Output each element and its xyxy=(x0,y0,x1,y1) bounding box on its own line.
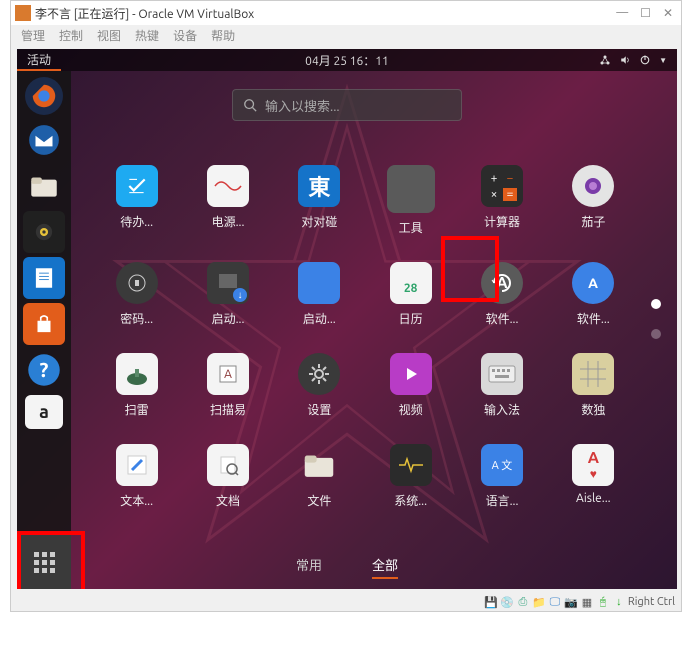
menu-control[interactable]: 控制 xyxy=(59,27,83,44)
status-shared-icon[interactable]: 📁 xyxy=(532,595,546,609)
status-mouse-icon[interactable]: 🖰 xyxy=(596,595,610,609)
app-settings[interactable]: 设置 xyxy=(280,353,359,418)
activities-button[interactable]: 活动 xyxy=(17,49,61,71)
search-icon xyxy=(243,98,257,112)
app-calculator[interactable]: +−×=计算器 xyxy=(462,165,541,236)
app-aisleriot[interactable]: A♥Aisle... xyxy=(554,444,633,509)
status-cd-icon[interactable]: 💿 xyxy=(500,595,514,609)
search-placeholder: 输入以搜索... xyxy=(265,96,340,115)
app-power[interactable]: 电源... xyxy=(188,165,267,236)
app-mahjongg[interactable]: 東对对碰 xyxy=(280,165,359,236)
dropdown-caret-icon: ▼ xyxy=(659,56,667,65)
search-field[interactable]: 输入以搜索... xyxy=(232,89,462,121)
status-display-icon[interactable]: 🖵 xyxy=(548,595,562,609)
app-videos[interactable]: 视频 xyxy=(371,353,450,418)
status-usb-icon[interactable]: ⎙ xyxy=(516,595,530,609)
app-startup-apps[interactable]: 启动... xyxy=(280,262,359,327)
menu-hotkeys[interactable]: 热键 xyxy=(135,27,159,44)
app-input-method[interactable]: 输入法 xyxy=(462,353,541,418)
app-utilities[interactable]: 工具 xyxy=(371,165,450,236)
app-mines[interactable]: 扫雷 xyxy=(97,353,176,418)
status-cpu-icon[interactable]: ▦ xyxy=(580,595,594,609)
ubuntu-dock: ? a xyxy=(17,71,71,589)
virtualbox-icon xyxy=(15,5,31,21)
tab-all[interactable]: 全部 xyxy=(372,555,398,579)
virtualbox-status-bar: 💾 💿 ⎙ 📁 🖵 📷 ▦ 🖰 ↓ Right Ctrl xyxy=(11,593,681,611)
volume-icon xyxy=(619,54,631,66)
dock-thunderbird[interactable] xyxy=(23,119,65,161)
guest-display[interactable]: 活动 04月 25 16：11 ▼ xyxy=(17,49,677,589)
tab-frequent[interactable]: 常用 xyxy=(296,555,322,579)
svg-text:A: A xyxy=(224,368,232,381)
dock-files[interactable] xyxy=(23,165,65,207)
apps-grid-icon xyxy=(34,552,55,573)
app-startup-disk[interactable]: ↓启动... xyxy=(188,262,267,327)
dock-rhythmbox[interactable] xyxy=(23,211,65,253)
host-key-label: Right Ctrl xyxy=(628,596,675,608)
virtualbox-window: 李不言 [正在运行] - Oracle VM VirtualBox — ☐ ✕ … xyxy=(10,0,682,612)
window-title: 李不言 [正在运行] - Oracle VM VirtualBox xyxy=(35,5,254,22)
svg-text:A: A xyxy=(588,275,598,291)
app-system-monitor[interactable]: 系统... xyxy=(371,444,450,509)
app-software-center[interactable]: A软件... xyxy=(554,262,633,327)
menu-manage[interactable]: 管理 xyxy=(21,27,45,44)
show-apps-button[interactable] xyxy=(17,535,71,589)
minimize-button[interactable]: — xyxy=(616,6,628,20)
menu-help[interactable]: 帮助 xyxy=(211,27,235,44)
dock-amazon[interactable]: a xyxy=(25,395,63,429)
dock-help[interactable]: ? xyxy=(23,349,65,391)
app-software-updater[interactable]: A软件... xyxy=(462,262,541,327)
dock-firefox[interactable] xyxy=(25,77,63,115)
status-hd-icon[interactable]: 💾 xyxy=(484,595,498,609)
app-sudoku[interactable]: 数独 xyxy=(554,353,633,418)
app-todo[interactable]: 待办... xyxy=(97,165,176,236)
app-cheese[interactable]: 茄子 xyxy=(554,165,633,236)
app-calendar[interactable]: 28日历 xyxy=(371,262,450,327)
close-button[interactable]: ✕ xyxy=(663,6,673,20)
menu-devices[interactable]: 设备 xyxy=(173,27,197,44)
dock-writer[interactable] xyxy=(23,257,65,299)
window-title-bar[interactable]: 李不言 [正在运行] - Oracle VM VirtualBox — ☐ ✕ xyxy=(11,1,681,25)
app-files[interactable]: 文件 xyxy=(280,444,359,509)
menu-view[interactable]: 视图 xyxy=(97,27,121,44)
clock[interactable]: 04月 25 16：11 xyxy=(305,52,389,69)
page-dot-1[interactable] xyxy=(651,299,661,309)
app-language[interactable]: A 文语言... xyxy=(462,444,541,509)
status-keyboard-icon[interactable]: ↓ xyxy=(612,595,626,609)
svg-text:?: ? xyxy=(40,358,49,381)
page-dots xyxy=(651,299,661,339)
app-passwords[interactable]: 密码... xyxy=(97,262,176,327)
view-tabs: 常用 全部 xyxy=(296,555,398,579)
app-documents[interactable]: 文档 xyxy=(188,444,267,509)
page-dot-2[interactable] xyxy=(651,329,661,339)
power-icon xyxy=(639,54,651,66)
system-tray[interactable]: ▼ xyxy=(599,54,677,66)
network-icon xyxy=(599,54,611,66)
window-controls: — ☐ ✕ xyxy=(616,6,673,20)
status-recording-icon[interactable]: 📷 xyxy=(564,595,578,609)
application-grid: 待办... 电源... 東对对碰 工具 +−×=计算器 茄子 密码... ↓启动… xyxy=(97,165,633,509)
dock-software[interactable] xyxy=(23,303,65,345)
app-scan[interactable]: A扫描易 xyxy=(188,353,267,418)
menu-bar: 管理 控制 视图 热键 设备 帮助 xyxy=(11,25,681,45)
maximize-button[interactable]: ☐ xyxy=(640,6,651,20)
gnome-top-panel: 活动 04月 25 16：11 ▼ xyxy=(17,49,677,71)
app-text-editor[interactable]: 文本... xyxy=(97,444,176,509)
